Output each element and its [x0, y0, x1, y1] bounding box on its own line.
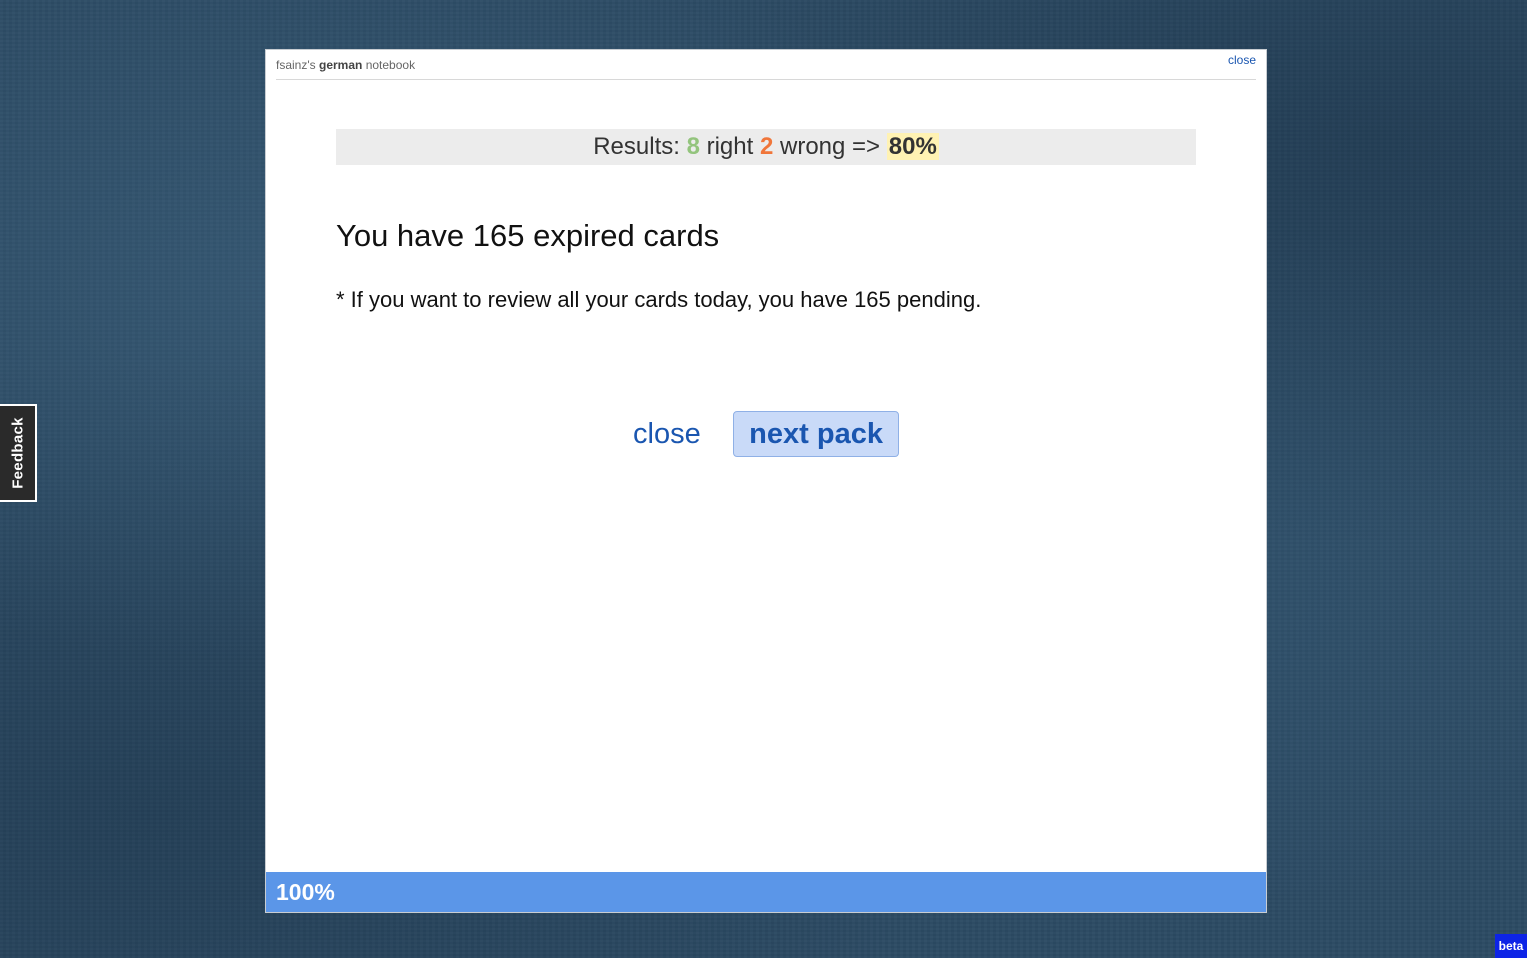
score-percent: 80%: [886, 133, 939, 160]
expired-cards-heading: You have 165 expired cards: [336, 218, 720, 253]
beta-badge: beta: [1495, 934, 1527, 958]
next-pack-button[interactable]: next pack: [733, 411, 899, 457]
feedback-tab[interactable]: Feedback: [0, 404, 37, 502]
notebook-suffix: notebook: [365, 58, 416, 72]
close-button[interactable]: close: [633, 411, 701, 457]
notebook-language: german: [318, 58, 363, 72]
results-prefix: Results:: [593, 133, 680, 160]
right-label: right: [706, 133, 754, 160]
notebook-owner: fsainz's: [276, 58, 316, 72]
feedback-tab-label: Feedback: [9, 417, 26, 489]
modal-actions: close next pack: [266, 411, 1266, 459]
modal-header: fsainz's german notebook close: [276, 50, 1256, 80]
study-results-modal: fsainz's german notebook close Results: …: [265, 49, 1267, 913]
progress-bar: 100%: [266, 872, 1266, 912]
pending-cards-note: * If you want to review all your cards t…: [336, 287, 982, 312]
modal-close-link[interactable]: close: [1228, 53, 1256, 67]
progress-fill: [266, 872, 1266, 912]
wrong-label: wrong =>: [780, 133, 881, 160]
progress-label: 100%: [276, 879, 335, 905]
wrong-count: 2: [759, 133, 774, 160]
results-summary: Results: 8 right 2 wrong => 80%: [336, 129, 1196, 165]
notebook-title: fsainz's german notebook: [276, 58, 415, 72]
right-count: 8: [686, 133, 700, 160]
